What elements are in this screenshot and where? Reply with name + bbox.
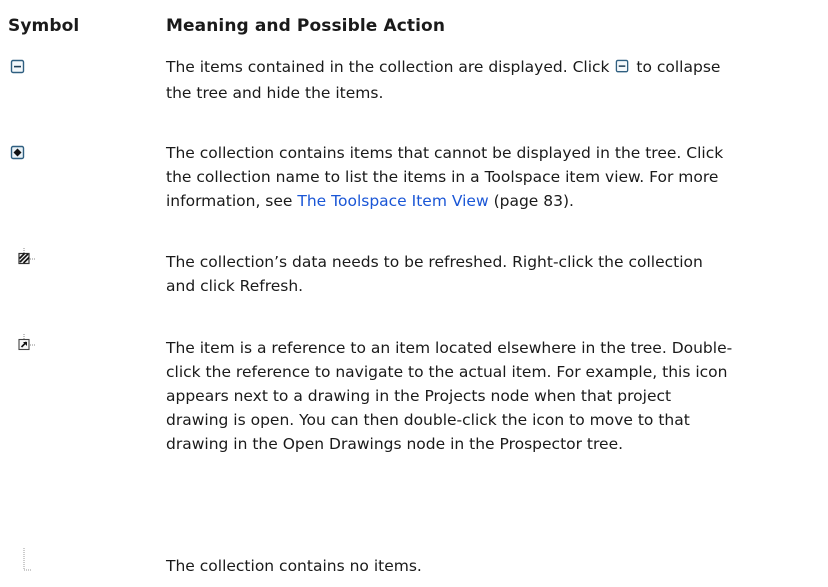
toolspace-item-view-link[interactable]: The Toolspace Item View bbox=[297, 192, 488, 210]
collapse-minus-icon bbox=[8, 59, 32, 77]
row-description: The collection’s data needs to be refres… bbox=[166, 253, 703, 295]
row-description: The item is a reference to an item locat… bbox=[166, 339, 733, 453]
symbol-column-header: Symbol bbox=[8, 16, 80, 36]
row-description: The items contained in the collection ar… bbox=[166, 57, 721, 102]
row-description: The collection contains items that canno… bbox=[166, 144, 724, 210]
row-description: The collection contains no items. bbox=[166, 557, 422, 575]
empty-collection-icon bbox=[8, 548, 32, 576]
hidden-items-icon bbox=[8, 145, 32, 163]
collapse-minus-icon[interactable] bbox=[615, 57, 630, 81]
refresh-needed-icon bbox=[8, 248, 36, 272]
meaning-column-header: Meaning and Possible Action bbox=[166, 16, 446, 36]
reference-arrow-icon bbox=[8, 334, 36, 358]
